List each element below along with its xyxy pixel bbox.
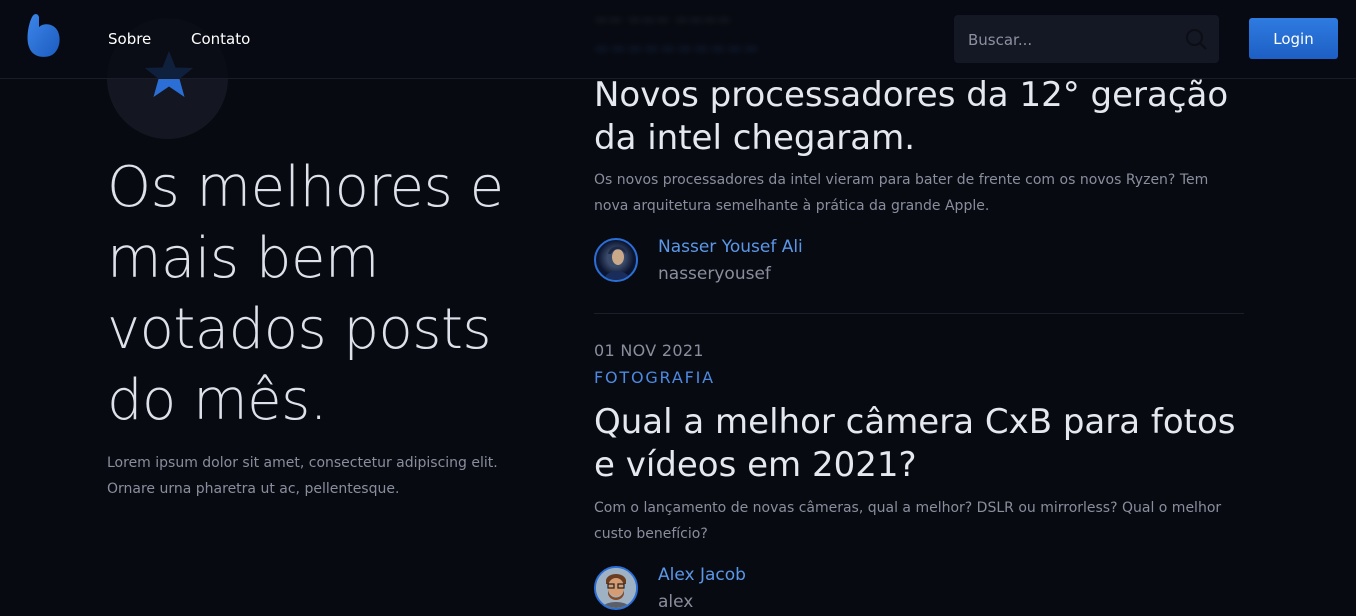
nav-link-sobre[interactable]: Sobre — [108, 30, 151, 48]
post-category[interactable]: FOTOGRAFIA — [594, 368, 715, 387]
top-navbar: Sobre Contato Login — [0, 0, 1356, 79]
post-divider — [594, 313, 1244, 314]
author-name[interactable]: Alex Jacob — [658, 565, 746, 585]
search-input[interactable] — [966, 15, 1180, 65]
author-username: alex — [658, 592, 694, 612]
avatar-portrait-icon — [604, 246, 630, 280]
post-excerpt: Os novos processadores da intel vieram p… — [594, 172, 1209, 214]
post-excerpt: Com o lançamento de novas câmeras, qual … — [594, 500, 1222, 542]
nav-link-contato[interactable]: Contato — [191, 30, 250, 48]
post-date: 01 NOV 2021 — [594, 341, 704, 360]
search-box[interactable] — [954, 15, 1219, 65]
avatar[interactable] — [594, 566, 638, 610]
post-title[interactable]: Novos processadores da 12° geração da in… — [594, 74, 1254, 160]
post-title[interactable]: Qual a melhor câmera CxB para fotos e ví… — [594, 401, 1254, 487]
search-icon[interactable] — [1185, 28, 1207, 50]
author-name[interactable]: Nasser Yousef Ali — [658, 237, 803, 257]
avatar[interactable] — [594, 238, 638, 282]
hero-title: Os melhores e mais bem votados posts do … — [107, 155, 504, 433]
avatar-portrait-icon — [596, 568, 636, 608]
login-button[interactable]: Login — [1249, 18, 1338, 59]
author-username: nasseryousef — [658, 264, 771, 284]
logo-icon[interactable] — [26, 13, 64, 59]
hero-subtitle: Lorem ipsum dolor sit amet, consectetur … — [107, 455, 498, 497]
